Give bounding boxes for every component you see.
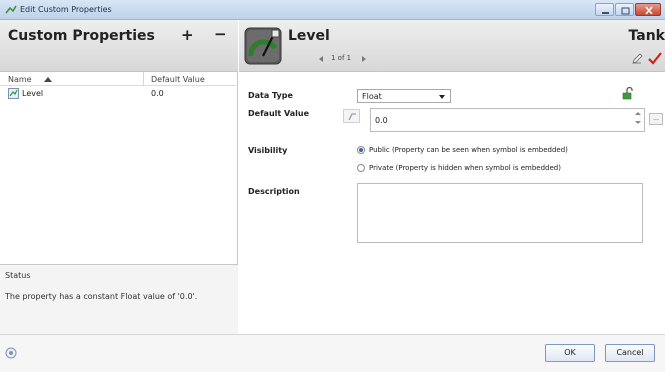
panel-title: Custom Properties: [8, 28, 155, 44]
default-value-label: Default Value: [248, 109, 310, 118]
properties-header: Custom Properties + −: [0, 20, 238, 72]
minimize-icon: [602, 12, 609, 14]
restore-icon: [621, 7, 630, 15]
gauge-symbol-icon: [244, 27, 282, 65]
help-icon[interactable]: [5, 347, 17, 359]
symbol-name: Level: [288, 28, 330, 44]
sort-ascending-icon[interactable]: [44, 77, 52, 82]
next-icon[interactable]: [362, 56, 366, 62]
data-type-select[interactable]: Float: [357, 89, 451, 103]
description-field[interactable]: [357, 183, 643, 243]
window-title: Edit Custom Properties: [20, 5, 112, 14]
add-property-button[interactable]: +: [181, 26, 194, 44]
minimize-button[interactable]: [595, 3, 614, 16]
column-name-header[interactable]: Name: [8, 75, 32, 84]
dialog-footer: OK Cancel: [0, 334, 665, 372]
chevron-down-icon: [439, 95, 445, 99]
close-icon: [645, 6, 653, 15]
property-row[interactable]: Level 0.0: [0, 87, 238, 100]
cancel-button[interactable]: Cancel: [605, 344, 655, 362]
property-name: Level: [22, 89, 44, 98]
visibility-private-radio[interactable]: [357, 164, 365, 172]
description-label: Description: [248, 187, 300, 196]
visibility-label: Visibility: [248, 146, 288, 155]
expression-mode-button[interactable]: [343, 109, 360, 123]
status-message: The property has a constant Float value …: [5, 292, 198, 301]
property-icon: [8, 88, 19, 99]
visibility-public-label[interactable]: Public (Property can be seen when symbol…: [369, 146, 568, 154]
property-default-value: 0.0: [151, 89, 164, 98]
remove-property-button[interactable]: −: [214, 25, 227, 43]
property-list-header: Name Default Value: [0, 72, 238, 86]
visibility-public-radio[interactable]: [357, 146, 365, 154]
title-bar: Edit Custom Properties: [0, 0, 665, 20]
property-editor-header: Level 1 of 1 Tank: [239, 20, 665, 72]
default-value-field[interactable]: [370, 108, 645, 132]
data-type-value: Float: [362, 92, 382, 101]
close-button[interactable]: [635, 3, 661, 16]
edit-icon[interactable]: [632, 53, 643, 64]
previous-icon[interactable]: [319, 56, 323, 62]
property-editor: Level 1 of 1 Tank Data Type Float Defaul…: [239, 20, 665, 334]
data-type-label: Data Type: [248, 91, 293, 100]
browse-button[interactable]: ...: [649, 113, 663, 125]
app-icon: [5, 5, 17, 14]
object-name: Tank: [628, 28, 665, 44]
pager-text: 1 of 1: [331, 54, 352, 62]
column-divider[interactable]: [143, 72, 144, 86]
visibility-private-label[interactable]: Private (Property is hidden when symbol …: [369, 164, 561, 172]
properties-panel: Custom Properties + − Name Default Value…: [0, 20, 238, 372]
spin-down-icon[interactable]: [635, 121, 641, 124]
check-icon[interactable]: [648, 52, 662, 65]
unlock-icon[interactable]: [622, 87, 634, 100]
spin-up-icon[interactable]: [635, 112, 641, 115]
column-default-value-header[interactable]: Default Value: [151, 75, 205, 84]
restore-button[interactable]: [615, 3, 634, 16]
status-label: Status: [5, 271, 31, 280]
ok-button[interactable]: OK: [545, 344, 595, 362]
expression-icon: [348, 113, 356, 121]
